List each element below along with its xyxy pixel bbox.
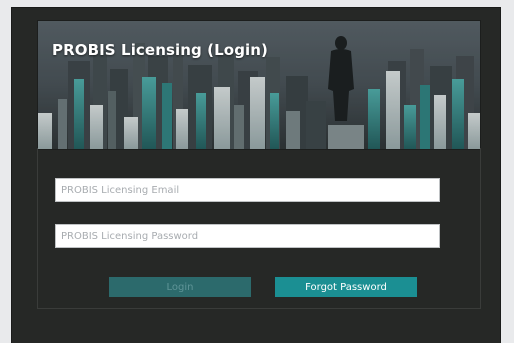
header-banner: PROBIS Licensing (Login) — [37, 20, 481, 150]
email-field[interactable] — [55, 178, 440, 202]
login-button[interactable]: Login — [109, 277, 251, 297]
password-field[interactable] — [55, 224, 440, 248]
window-title: PROBIS Licensing (Login) — [52, 41, 269, 59]
login-window: PROBIS Licensing (Login) Login Forgot Pa… — [12, 8, 500, 343]
forgot-password-button[interactable]: Forgot Password — [275, 277, 417, 297]
